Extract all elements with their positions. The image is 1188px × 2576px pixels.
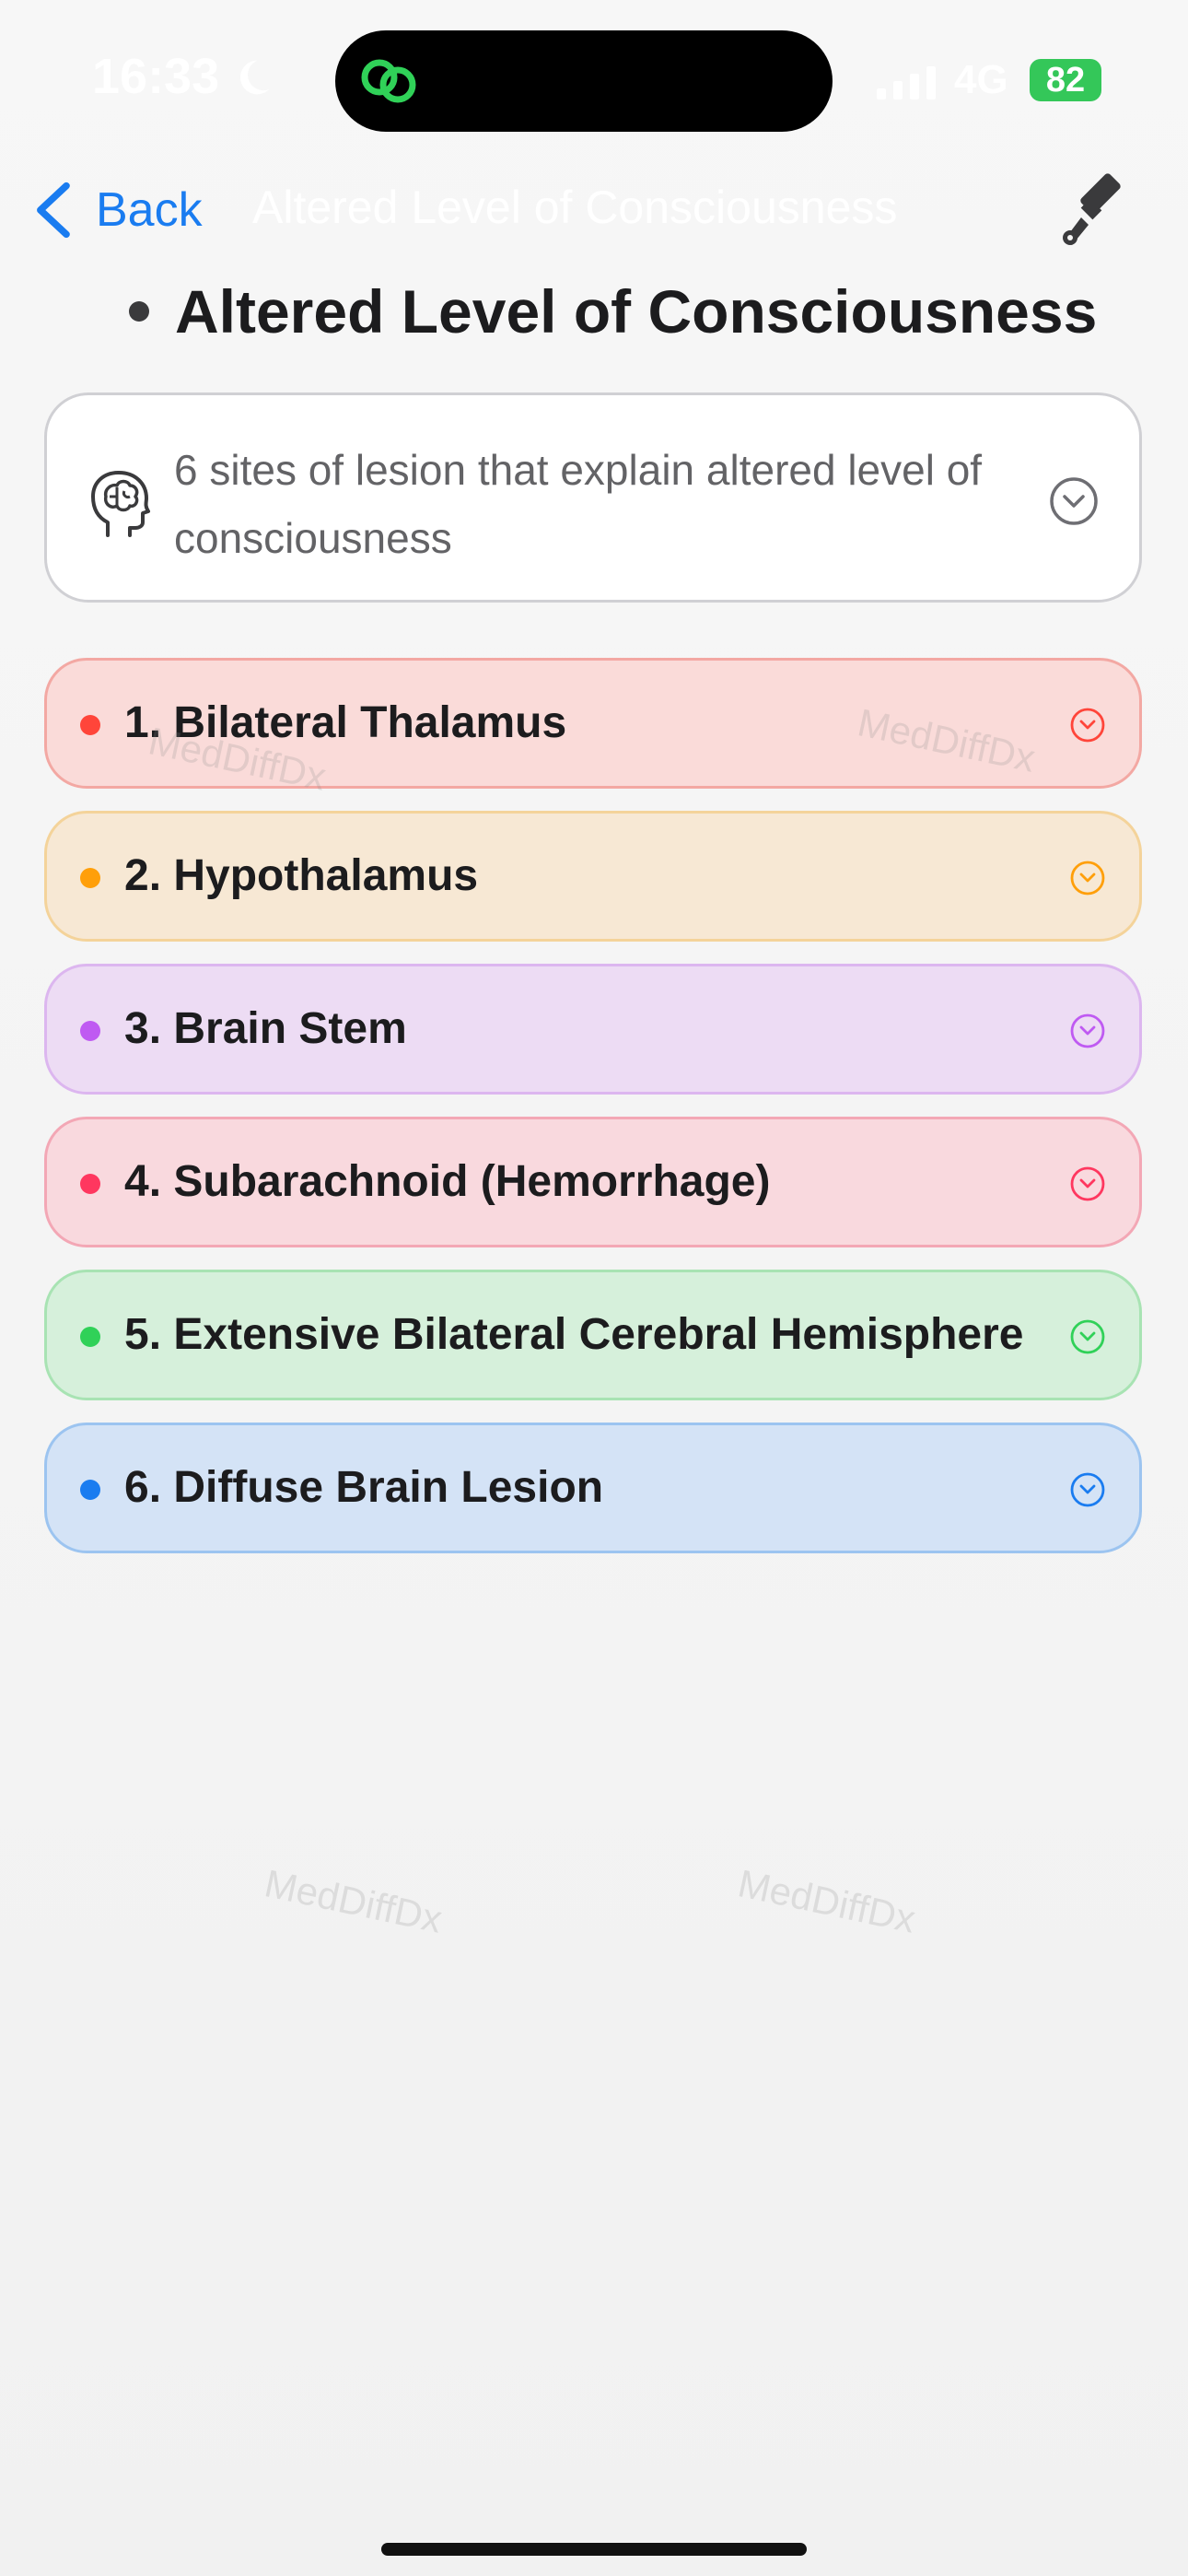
chevron-down-circle-icon[interactable] <box>1069 1013 1106 1049</box>
item-label: 4. Subarachnoid (Hemorrhage) <box>124 1157 771 1206</box>
item-label: 5. Extensive Bilateral Cerebral Hemisphe… <box>124 1310 1024 1359</box>
chevron-down-circle-icon[interactable] <box>1049 476 1099 526</box>
signal-bars-icon <box>877 66 936 100</box>
chevron-down-circle-icon[interactable] <box>1069 707 1106 744</box>
page-title-row: Altered Level of Consciousness <box>129 276 1097 346</box>
list-item[interactable]: 5. Extensive Bilateral Cerebral Hemisphe… <box>44 1270 1142 1400</box>
brain-head-icon <box>91 471 150 537</box>
network-type: 4G <box>954 57 1008 102</box>
summary-text: 6 sites of lesion that explain altered l… <box>174 446 983 562</box>
item-dot <box>80 1174 100 1194</box>
list-item[interactable]: 2. Hypothalamus <box>44 811 1142 942</box>
item-dot <box>80 1327 100 1347</box>
chevron-down-circle-icon[interactable] <box>1069 1318 1106 1355</box>
back-label: Back <box>96 183 203 237</box>
summary-card[interactable]: 6 sites of lesion that explain altered l… <box>44 392 1142 603</box>
link-rings-icon <box>361 59 416 103</box>
status-time: 16:33 <box>92 49 220 104</box>
list-item[interactable]: 4. Subarachnoid (Hemorrhage) <box>44 1117 1142 1247</box>
item-label: 6. Diffuse Brain Lesion <box>124 1463 604 1512</box>
item-dot <box>80 1021 100 1041</box>
home-indicator[interactable] <box>381 2543 807 2556</box>
battery-indicator: 82 <box>1030 59 1101 101</box>
moon-icon <box>239 60 270 95</box>
chevron-down-circle-icon[interactable] <box>1069 860 1106 896</box>
back-button[interactable]: Back <box>31 173 203 247</box>
chevron-down-circle-icon[interactable] <box>1069 1165 1106 1202</box>
item-dot <box>80 1480 100 1500</box>
page-title: Altered Level of Consciousness <box>175 277 1098 345</box>
item-label: 2. Hypothalamus <box>124 851 479 900</box>
watermark: MedDiffDx <box>261 1861 447 1941</box>
nav-title: Altered Level of Consciousness <box>252 181 898 233</box>
item-label: 3. Brain Stem <box>124 1004 407 1053</box>
paintbrush-icon[interactable] <box>1055 171 1133 249</box>
title-bullet <box>129 301 149 322</box>
list-item[interactable]: 3. Brain Stem <box>44 964 1142 1095</box>
chevron-down-circle-icon[interactable] <box>1069 1471 1106 1508</box>
item-dot <box>80 868 100 888</box>
chevron-left-icon <box>37 181 70 239</box>
list-item[interactable]: 6. Diffuse Brain Lesion <box>44 1423 1142 1553</box>
item-dot <box>80 715 100 735</box>
watermark: MedDiffDx <box>734 1861 920 1941</box>
